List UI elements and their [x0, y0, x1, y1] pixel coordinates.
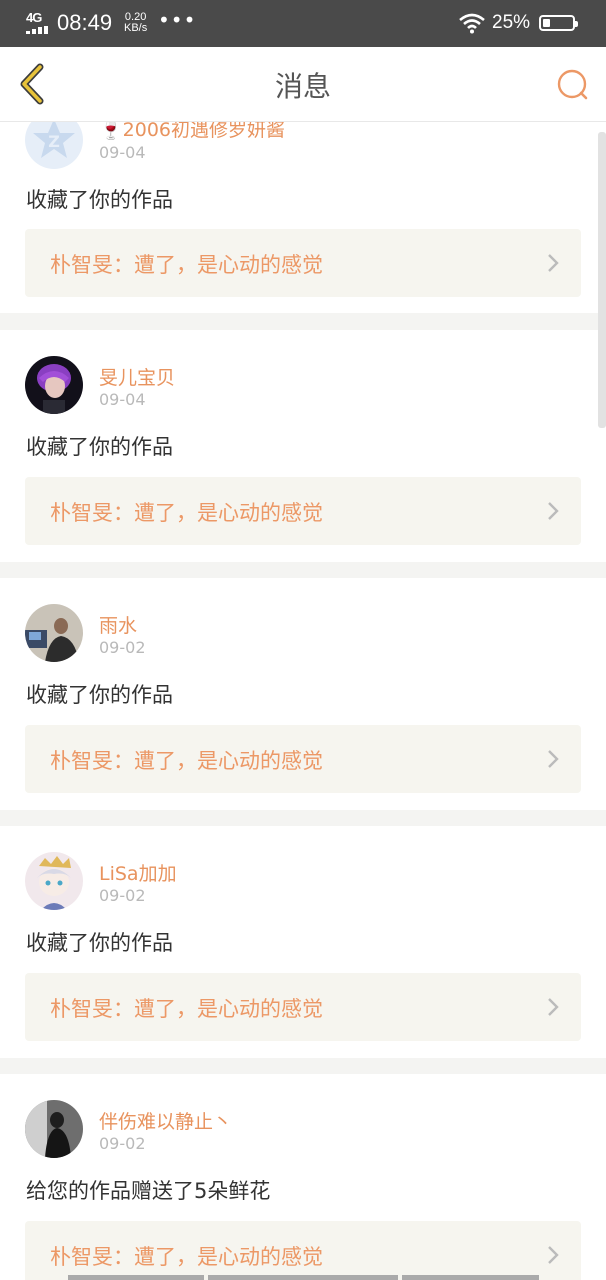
message-action: 收藏了你的作品: [26, 931, 173, 955]
work-link[interactable]: 朴智旻：遭了，是心动的感觉: [25, 725, 581, 793]
avatar[interactable]: Z: [25, 121, 83, 169]
username[interactable]: 🍷2006初遇修罗妍酱: [99, 121, 285, 142]
message-date: 09-04: [99, 390, 146, 409]
chevron-right-icon: [548, 750, 559, 768]
message-action: 收藏了你的作品: [26, 435, 173, 459]
message-card: Z 🍷2006初遇修罗妍酱 09-04 收藏了你的作品 朴智旻：遭了，是心动的感…: [0, 121, 606, 313]
avatar[interactable]: [25, 604, 83, 662]
network-speed: 0.20 KB/s: [124, 12, 147, 34]
search-button[interactable]: [552, 67, 592, 103]
message-date: 09-02: [99, 638, 146, 657]
avatar[interactable]: [25, 1100, 83, 1158]
work-link[interactable]: 朴智旻：遭了，是心动的感觉: [25, 229, 581, 297]
work-title: 朴智旻：遭了，是心动的感觉: [50, 253, 323, 277]
message-action: 给您的作品赠送了5朵鲜花: [26, 1179, 271, 1203]
wifi-icon: [459, 13, 485, 34]
network-type: 4G: [26, 10, 42, 25]
work-title: 朴智旻：遭了，是心动的感觉: [50, 501, 323, 525]
username[interactable]: 旻儿宝贝: [99, 363, 175, 390]
work-title: 朴智旻：遭了，是心动的感觉: [50, 997, 323, 1021]
chevron-right-icon: [548, 998, 559, 1016]
avatar[interactable]: [25, 852, 83, 910]
message-date: 09-04: [99, 143, 146, 162]
chevron-right-icon: [548, 1246, 559, 1264]
chevron-right-icon: [548, 254, 559, 272]
message-action: 收藏了你的作品: [26, 188, 173, 212]
scrollbar[interactable]: [598, 132, 606, 428]
battery-icon: [539, 15, 578, 31]
default-avatar-icon: Z: [25, 121, 83, 169]
more-notifications-icon: •••: [158, 8, 197, 32]
chevron-right-icon: [548, 502, 559, 520]
username[interactable]: 伴伤难以静止丶: [99, 1107, 232, 1134]
clock: 08:49: [57, 10, 113, 35]
speed-unit: KB/s: [124, 22, 148, 34]
message-action: 收藏了你的作品: [26, 683, 173, 707]
username[interactable]: 雨水: [99, 611, 137, 638]
message-card: LiSa加加 09-02 收藏了你的作品 朴智旻：遭了，是心动的感觉: [0, 826, 606, 1058]
grayscale-person-avatar-icon: [25, 1100, 83, 1158]
bottom-indicator: [68, 1275, 539, 1280]
svg-text:Z: Z: [48, 132, 60, 151]
work-link[interactable]: 朴智旻：遭了，是心动的感觉: [25, 477, 581, 545]
top-nav-bar: 消息: [0, 47, 606, 122]
message-card: 伴伤难以静止丶 09-02 给您的作品赠送了5朵鲜花 朴智旻：遭了，是心动的感觉: [0, 1074, 606, 1280]
work-title: 朴智旻：遭了，是心动的感觉: [50, 1245, 323, 1269]
username[interactable]: LiSa加加: [99, 859, 177, 886]
work-title: 朴智旻：遭了，是心动的感觉: [50, 749, 323, 773]
work-link[interactable]: 朴智旻：遭了，是心动的感觉: [25, 973, 581, 1041]
message-list[interactable]: Z 🍷2006初遇修罗妍酱 09-04 收藏了你的作品 朴智旻：遭了，是心动的感…: [0, 121, 606, 1280]
page-title: 消息: [274, 70, 331, 103]
work-link[interactable]: 朴智旻：遭了，是心动的感觉: [25, 1221, 581, 1280]
anime-crown-avatar-icon: [25, 852, 83, 910]
message-date: 09-02: [99, 886, 146, 905]
message-date: 09-02: [99, 1134, 146, 1153]
avatar[interactable]: [25, 356, 83, 414]
message-card: 旻儿宝贝 09-04 收藏了你的作品 朴智旻：遭了，是心动的感觉: [0, 330, 606, 562]
battery-percent: 25%: [492, 12, 531, 33]
man-photo-avatar-icon: [25, 604, 83, 662]
signal-icon: [26, 26, 50, 34]
message-card: 雨水 09-02 收藏了你的作品 朴智旻：遭了，是心动的感觉: [0, 578, 606, 810]
purple-hair-avatar-icon: [25, 356, 83, 414]
status-bar: 4G 08:49 0.20 KB/s ••• 25%: [0, 0, 606, 47]
